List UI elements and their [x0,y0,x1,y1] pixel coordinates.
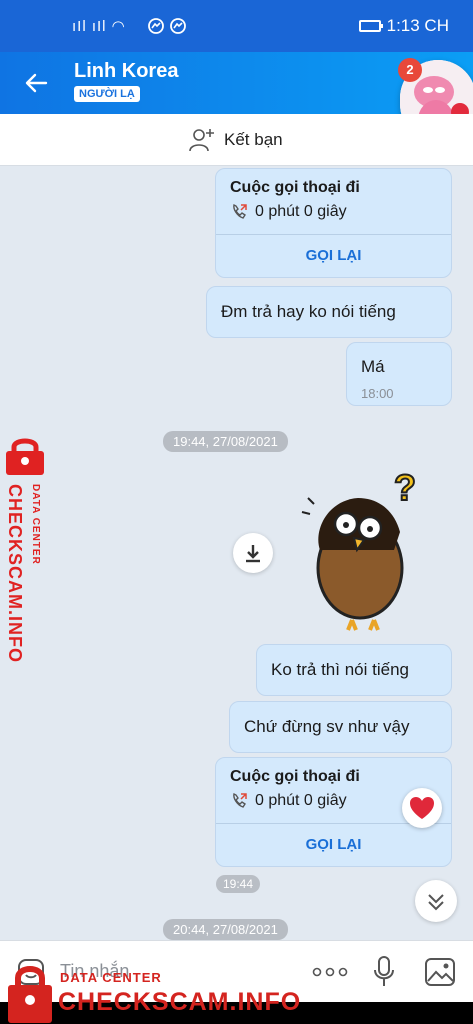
message-text: Má [361,357,385,376]
watermark-side: DATA CENTER CHECKSCAM.INFO [2,436,52,676]
download-button[interactable] [233,533,273,573]
watermark-large: CHECKSCAM.INFO [58,988,302,1016]
message-bubble[interactable]: Chứ đừng sv như vậy [229,701,452,753]
back-arrow-icon[interactable] [22,68,52,98]
watermark-large: CHECKSCAM.INFO [5,484,25,663]
message-time: 18:00 [361,386,394,401]
call-back-button[interactable]: GỌI LẠI [216,824,451,866]
reaction-button[interactable] [402,788,442,828]
scroll-to-bottom-button[interactable] [415,880,457,922]
message-bubble[interactable]: Má 18:00 [346,342,452,406]
outgoing-call-icon [233,203,247,219]
call-back-button[interactable]: GỌI LẠI [216,235,451,277]
image-icon[interactable] [424,957,456,987]
status-time: 1:13 CH [386,16,449,35]
contact-name[interactable]: Linh Korea [74,60,178,83]
owl-sticker[interactable]: ? [298,470,428,636]
message-time: 19:44 [216,875,261,893]
call-duration: 0 phút 0 giây [230,792,347,810]
battery-icon [358,20,383,32]
add-friend-icon [189,129,214,152]
message-bubble[interactable]: Ko trả thì nói tiếng [256,644,452,696]
watermark-small: DATA CENTER [30,484,41,565]
watermark-small: DATA CENTER [60,970,162,985]
download-icon [246,545,260,563]
messenger-icon [148,18,186,34]
microphone-icon[interactable] [372,955,396,989]
svg-text:?: ? [394,470,416,508]
date-separator: 19:44, 27/08/2021 [163,431,288,452]
date-separator: 20:44, 27/08/2021 [163,919,288,940]
message-bubble[interactable]: Đm trả hay ko nói tiếng [206,286,452,338]
outgoing-call-icon [233,792,247,808]
call-title: Cuộc gọi thoại đi [230,768,360,785]
unread-badge: 2 [398,58,422,82]
stranger-tag: NGƯỜI LẠ [74,86,140,102]
signal-icon: ıIl ıIl ◠ [72,18,126,35]
double-chevron-down-icon [428,894,444,911]
call-duration: 0 phút 0 giây [230,203,347,221]
watermark-bottom: DATA CENTER CHECKSCAM.INFO [0,960,320,1024]
lock-logo-icon [6,438,44,475]
heart-icon [410,797,434,819]
status-bar: ıIl ıIl ◠ 1:13 CH [0,0,473,52]
add-friend-bar[interactable]: Kết bạn [0,114,473,166]
call-card: Cuộc gọi thoại đi 0 phút 0 giây GỌI LẠI [215,168,452,278]
call-title: Cuộc gọi thoại đi [230,179,360,196]
add-friend-label: Kết bạn [224,130,283,149]
lock-logo-icon [8,966,52,1023]
